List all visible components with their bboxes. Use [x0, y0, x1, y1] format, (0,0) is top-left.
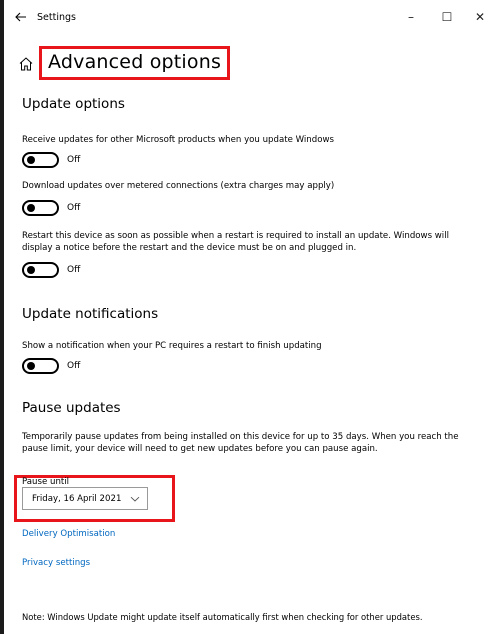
- update-notifications-heading: Update notifications: [22, 306, 159, 322]
- toggle-state-label: Off: [67, 203, 81, 213]
- receive-updates-toggle[interactable]: Off: [22, 152, 80, 168]
- toggle-switch[interactable]: [22, 358, 59, 374]
- back-button[interactable]: [7, 0, 35, 34]
- window-controls: – ☐ ✕: [393, 0, 495, 34]
- close-button[interactable]: ✕: [465, 0, 495, 34]
- app-title: Settings: [37, 11, 76, 23]
- toggle-switch[interactable]: [22, 152, 59, 168]
- toggle-knob: [27, 266, 35, 274]
- selected-date: Friday, 16 April 2021: [32, 493, 122, 504]
- page-header: Advanced options: [18, 46, 231, 80]
- home-icon[interactable]: [18, 56, 34, 72]
- toggle-knob: [27, 156, 35, 164]
- settings-window: Settings – ☐ ✕ Advanced options Update o…: [0, 0, 495, 634]
- toggle-switch[interactable]: [22, 262, 59, 278]
- window-frame-edge: [0, 0, 4, 634]
- pause-updates-description: Temporarily pause updates from being ins…: [22, 432, 459, 454]
- restart-asap-toggle[interactable]: Off: [22, 262, 80, 278]
- maximize-button[interactable]: ☐: [429, 0, 465, 34]
- toggle-knob: [27, 204, 35, 212]
- pause-until-label: Pause until: [22, 477, 70, 487]
- delivery-optimisation-link[interactable]: Delivery Optimisation: [22, 529, 115, 539]
- title-bar: Settings – ☐ ✕: [4, 0, 495, 34]
- chevron-down-icon: [130, 496, 140, 502]
- minimize-button[interactable]: –: [393, 0, 429, 34]
- pause-until-dropdown[interactable]: Friday, 16 April 2021: [22, 487, 148, 510]
- back-arrow-icon: [15, 12, 26, 22]
- toggle-switch[interactable]: [22, 200, 59, 216]
- restart-notification-description: Show a notification when your PC require…: [22, 341, 322, 351]
- pause-updates-heading: Pause updates: [22, 400, 121, 416]
- restart-asap-description: Restart this device as soon as possible …: [22, 231, 449, 253]
- privacy-settings-link[interactable]: Privacy settings: [22, 558, 90, 568]
- page-title: Advanced options: [39, 46, 231, 80]
- restart-notification-toggle[interactable]: Off: [22, 358, 80, 374]
- toggle-knob: [27, 362, 35, 370]
- update-options-heading: Update options: [22, 96, 125, 112]
- toggle-state-label: Off: [67, 361, 81, 371]
- update-note: Note: Windows Update might update itself…: [22, 612, 423, 622]
- toggle-state-label: Off: [67, 265, 81, 275]
- metered-updates-toggle[interactable]: Off: [22, 200, 80, 216]
- metered-updates-description: Download updates over metered connection…: [22, 181, 335, 191]
- toggle-state-label: Off: [67, 155, 81, 165]
- receive-updates-description: Receive updates for other Microsoft prod…: [22, 135, 334, 145]
